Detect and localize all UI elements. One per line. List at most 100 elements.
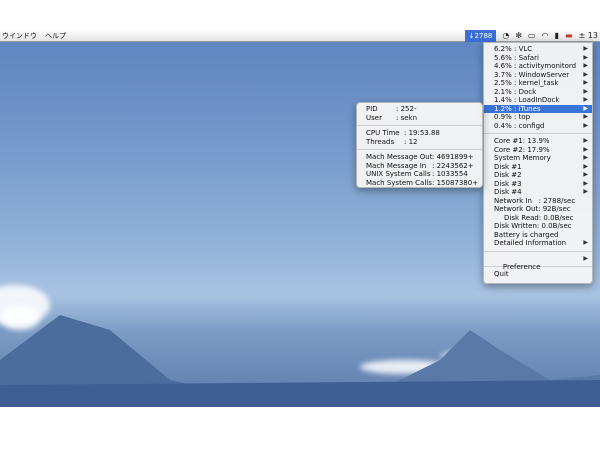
bluetooth-icon[interactable]: ✻	[515, 30, 522, 42]
info-value: : 252-	[396, 105, 417, 113]
system-item-label: Network In : 2788/sec	[494, 196, 576, 205]
process-menu-item[interactable]: 0.4% : configd ▶	[484, 122, 592, 131]
submenu-arrow-icon: ▶	[583, 87, 588, 95]
info-value: : 15087380+	[432, 178, 479, 187]
info-key: CPU Time	[366, 129, 400, 137]
process-menu-item[interactable]: 2.5% : kernel_task ▶	[484, 79, 592, 88]
system-menu-item[interactable]: Disk #4 ▶	[484, 188, 592, 197]
submenu-arrow-icon: ▶	[583, 104, 588, 112]
info-key: Threads	[366, 137, 395, 146]
info-key: Mach Message In	[366, 161, 427, 170]
time-machine-icon[interactable]: ◔	[502, 30, 509, 42]
info-value: : 4691899+	[432, 153, 474, 161]
process-info-popup: PID: 252- User: sekn CPU Time: 19:53.88 Th…	[356, 102, 483, 188]
info-row: Mach System Calls: 15087380+	[357, 179, 482, 188]
system-menu-item: Disk Written: 0.0B/sec	[484, 222, 592, 231]
info-row: CPU Time : 19:53.88	[357, 129, 482, 138]
info-row: Mach Message Out: 4691899+	[357, 153, 482, 162]
system-menu-item[interactable]: Disk #3 ▶	[484, 180, 592, 189]
submenu-arrow-icon: ▶	[583, 254, 588, 262]
cpu-monitor-menu-extra[interactable]: ↓2788	[464, 30, 497, 42]
system-menu-item: Network In : 2788/sec	[484, 197, 592, 206]
system-item-label: Disk #4	[494, 188, 522, 196]
process-label: 0.4% : configd	[494, 121, 545, 130]
menubar-item[interactable]: ウインドウ	[2, 31, 37, 41]
process-label: 1.4% : LoadInDock	[494, 96, 560, 104]
info-value: : 1033554	[432, 170, 468, 178]
info-key: Mach System Calls	[366, 178, 432, 187]
info-row: Mach Message In : 2243562+	[357, 162, 482, 171]
submenu-arrow-icon: ▶	[583, 188, 588, 195]
clock-text[interactable]: ± 13	[579, 30, 598, 42]
info-row: UNIX System Calls: 1033554	[357, 170, 482, 179]
flag-icon[interactable]: ▬	[565, 30, 573, 42]
submenu-arrow-icon: ▶	[583, 179, 588, 187]
process-label: 5.6% : Safari	[494, 53, 539, 62]
info-row: Threads : 12	[357, 138, 482, 147]
menubar-item[interactable]: ヘルプ	[45, 31, 66, 41]
system-item-label: Core #1: 13.9%	[494, 137, 550, 145]
system-menu-item[interactable]: Detailed Information ▶	[484, 239, 592, 248]
process-menu-item[interactable]: 5.6% : Safari ▶	[484, 54, 592, 63]
submenu-arrow-icon: ▶	[583, 79, 588, 86]
info-row: PID: 252-	[357, 105, 482, 114]
system-item-label: Detailed Information	[494, 239, 567, 247]
submenu-arrow-icon: ▶	[583, 53, 588, 61]
submenu-arrow-icon: ▶	[583, 96, 588, 103]
process-menu: 6.2% : VLC ▶ 5.6% : Safari ▶ 4.6% : activity…	[483, 42, 593, 284]
submenu-arrow-icon: ▶	[583, 137, 588, 144]
process-label: 2.1% : Dock	[494, 87, 537, 96]
preference-menu-item[interactable]: Preference ▶	[484, 254, 592, 272]
popup-separator	[357, 149, 482, 150]
info-value: : sekn	[396, 113, 418, 122]
info-value: : 12	[404, 137, 418, 146]
system-item-label: Battery is charged	[494, 230, 559, 239]
info-value: : 2243562+	[432, 161, 474, 170]
system-menu-item[interactable]: System Memory ▶	[484, 154, 592, 163]
battery-icon[interactable]: ▮	[555, 30, 559, 42]
menu-bar: ウインドウ ヘルプ ↓2788 ◔ ✻ ▭ ◠ ▮ ▬ ± 13	[0, 30, 600, 42]
process-menu-item[interactable]: 1.4% : LoadInDock ▶	[484, 96, 592, 105]
system-menu-item: Network Out: 92B/sec	[484, 205, 592, 214]
process-menu-item[interactable]: 4.6% : activitymonitord ▶	[484, 62, 592, 71]
process-menu-item[interactable]: 1.2% : iTunes ▶	[484, 104, 592, 113]
submenu-arrow-icon: ▶	[583, 121, 588, 129]
system-item-label: Disk #2	[494, 171, 522, 179]
process-menu-item[interactable]: 2.1% : Dock ▶	[484, 88, 592, 97]
system-menu-item[interactable]: Core #1: 13.9% ▶	[484, 137, 592, 146]
submenu-arrow-icon: ▶	[583, 171, 588, 178]
submenu-arrow-icon: ▶	[583, 145, 588, 153]
info-value: : 19:53.88	[404, 129, 440, 137]
system-menu-item[interactable]: Disk #1 ▶	[484, 163, 592, 172]
process-label: 4.6% : activitymonitord	[494, 62, 577, 70]
system-menu-item: Disk Read: 0.0B/sec	[484, 214, 592, 223]
process-menu-item[interactable]: 3.7% : WindowServer ▶	[484, 71, 592, 80]
info-row: User : sekn	[357, 114, 482, 123]
system-item-label: Disk #3	[494, 179, 522, 188]
submenu-arrow-icon: ▶	[583, 70, 588, 78]
info-key: UNIX System Calls	[366, 170, 431, 178]
menu-separator	[484, 133, 592, 134]
system-menu-item[interactable]: Core #2: 17.9% ▶	[484, 146, 592, 155]
system-item-label: Network Out: 92B/sec	[494, 205, 571, 213]
submenu-arrow-icon: ▶	[583, 162, 588, 170]
process-menu-item[interactable]: 6.2% : VLC ▶	[484, 45, 592, 54]
system-item-label: Disk Written: 0.0B/sec	[494, 222, 572, 230]
process-menu-item[interactable]: 0.9% : top ▶	[484, 113, 592, 122]
info-key: Mach Message Out	[366, 153, 433, 161]
submenu-arrow-icon: ▶	[583, 62, 588, 69]
process-label: 3.7% : WindowServer	[494, 70, 570, 79]
system-item-label: System Memory	[494, 154, 551, 162]
process-label: 6.2% : VLC	[494, 45, 533, 53]
display-icon[interactable]: ▭	[528, 30, 536, 42]
popup-separator	[357, 125, 482, 126]
system-item-label: Disk #1	[494, 162, 522, 171]
menu-separator	[484, 250, 592, 252]
wifi-icon[interactable]: ◠	[542, 30, 549, 42]
submenu-arrow-icon: ▶	[583, 239, 588, 246]
info-key: User	[366, 113, 382, 122]
quit-menu-item[interactable]: Quit	[484, 270, 592, 279]
process-label: 2.5% : kernel_task	[494, 79, 559, 87]
system-menu-item[interactable]: Disk #2 ▶	[484, 171, 592, 180]
submenu-arrow-icon: ▶	[583, 45, 588, 52]
